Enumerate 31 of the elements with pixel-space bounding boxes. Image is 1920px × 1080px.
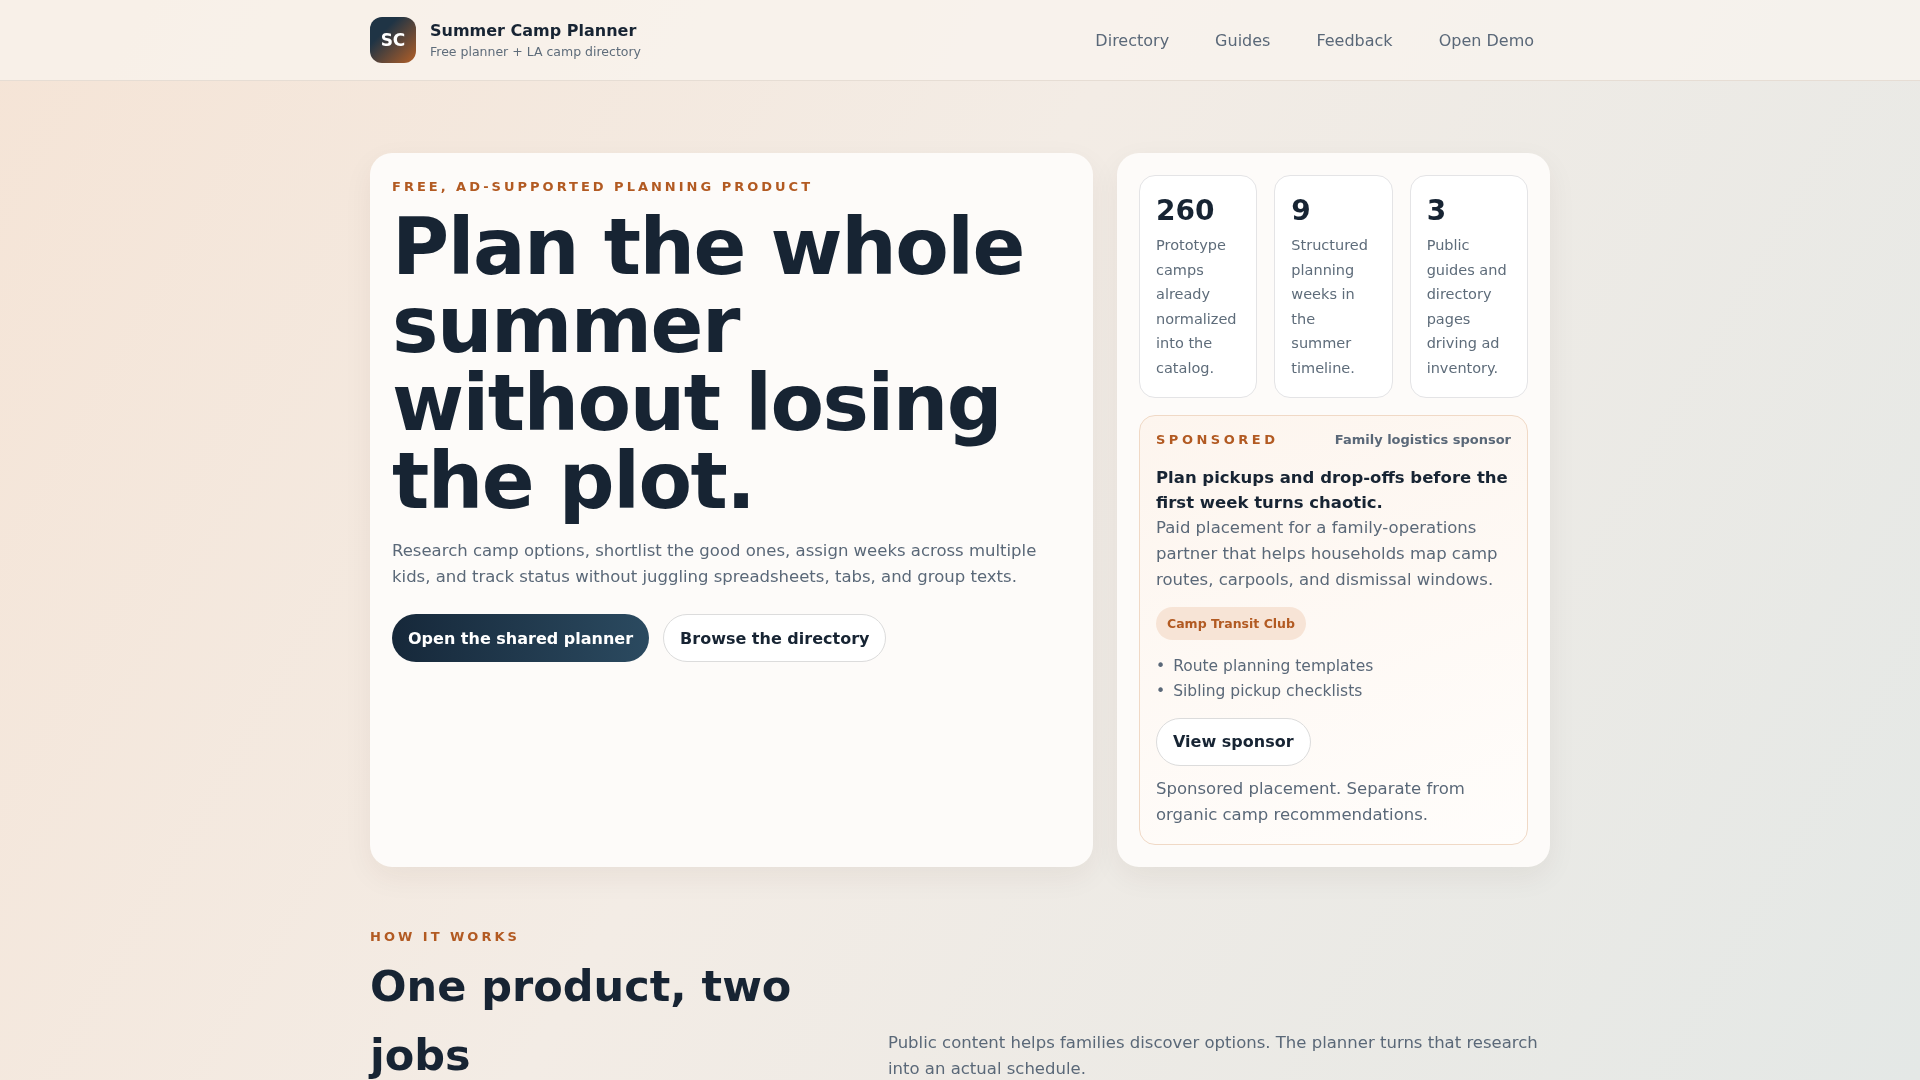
section-heading: One product, two jobs [370,960,793,1080]
sponsored-title: Plan pickups and drop-offs before the first week turns chaotic. [1156,466,1509,514]
stat-value: 3 [1426,194,1448,227]
stat-value: 260 [1156,194,1216,227]
sponsored-label: SPONSORED [1156,431,1279,447]
secondary-button[interactable]: Browse the directory [663,614,887,662]
stat-description: Structured planning weeks in the summer timeline. [1291,236,1369,378]
stat-description: Public guides and directory pages driving ad inventory. [1426,236,1508,378]
feature-item: Route planning templates [1173,655,1374,677]
disclosure-note: Sponsored placement. Separate from organic camp recommendations. [1156,777,1466,826]
sponsor-type: Family logistics sponsor [1334,431,1511,447]
stat-value: 9 [1291,194,1312,227]
section-description: Public content helps families discover options. The planner turns that research into an actual schedule. [888,1032,1539,1080]
nav-link[interactable]: Open Demo [1438,30,1534,50]
app-title: Summer Camp Planner [430,21,638,40]
nav-link[interactable]: Guides [1215,30,1271,50]
hero-description: Research camp options, shortlist the good ones, assign weeks across multiple kids, and track status without juggling spreadsheets, tabs, and group texts. [392,540,1038,588]
sponsored-description: Paid placement for a family-operations partner that helps households map camp routes, carpools, and dismissal windows. [1156,516,1499,591]
eyebrow-label: FREE, AD-SUPPORTED PLANNING PRODUCT [392,179,814,194]
logo-icon: SC [370,17,416,63]
stat-description: Prototype camps already normalized into the catalog. [1156,236,1238,378]
nav-link[interactable]: Feedback [1316,30,1393,50]
feature-item: Sibling pickup checklists [1173,680,1363,702]
bullet-marker: • [1156,680,1166,702]
bullet-marker: • [1156,655,1166,677]
section-label: HOW IT WORKS [370,929,521,944]
view-sponsor-button[interactable]: View sponsor [1156,717,1311,766]
app-subtitle: Free planner + LA camp directory [430,44,641,59]
primary-button[interactable]: Open the shared planner [392,614,650,662]
nav-link[interactable]: Directory [1095,30,1170,50]
sponsor-tag: Camp Transit Club [1156,606,1306,640]
